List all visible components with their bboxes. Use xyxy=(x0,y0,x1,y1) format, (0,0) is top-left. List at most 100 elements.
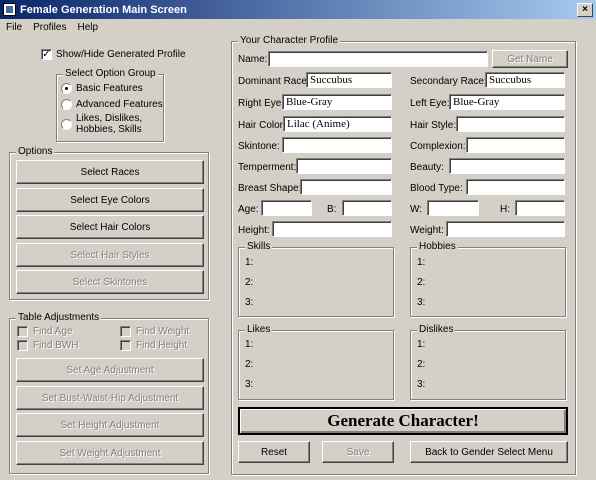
dislikes-title: Dislikes xyxy=(417,324,456,336)
show-hide-label: Show/Hide Generated Profile xyxy=(56,49,186,60)
skintone-label: Skintone: xyxy=(238,141,280,152)
right-eye-field[interactable]: Blue-Gray xyxy=(282,94,392,110)
dislikes-frame: Dislikes xyxy=(410,324,566,400)
likes-1: 1: xyxy=(245,339,254,350)
get-name-button[interactable]: Get Name xyxy=(492,50,568,68)
generate-character-button[interactable]: Generate Character! xyxy=(238,407,568,435)
hair-color-field[interactable]: Lilac (Anime) xyxy=(283,116,392,132)
find-height-checkbox[interactable] xyxy=(120,340,131,351)
find-age-label: Find Age xyxy=(33,326,73,337)
skills-3: 3: xyxy=(245,297,254,308)
likes-3: 3: xyxy=(245,379,254,390)
dislikes-3: 3: xyxy=(417,379,426,390)
menu-bar: File Profiles Help xyxy=(0,19,596,35)
temperment-label: Temperment: xyxy=(238,162,297,173)
name-label: Name: xyxy=(238,54,268,65)
skills-2: 2: xyxy=(245,277,254,288)
left-eye-field[interactable]: Blue-Gray xyxy=(449,94,565,110)
right-eye-label: Right Eye: xyxy=(238,98,285,109)
name-field[interactable] xyxy=(268,51,488,67)
left-eye-label: Left Eye: xyxy=(410,98,450,109)
set-bwh-adjustment-button[interactable]: Set Bust-Waist-Hip Adjustment xyxy=(16,386,204,410)
hair-color-label: Hair Color: xyxy=(238,120,286,131)
select-eye-colors-button[interactable]: Select Eye Colors xyxy=(16,188,204,212)
hobbies-frame: Hobbies xyxy=(410,241,566,317)
option-group-title: Select Option Group xyxy=(63,68,158,80)
likes-title: Likes xyxy=(245,324,273,336)
beauty-field[interactable] xyxy=(449,158,565,174)
hobbies-1: 1: xyxy=(417,257,426,268)
dislikes-2: 2: xyxy=(417,359,426,370)
select-skintones-button[interactable]: Select Skintones xyxy=(16,270,204,294)
radio-basic-label: Basic Features xyxy=(76,83,143,94)
hobbies-2: 2: xyxy=(417,277,426,288)
weight-label: Weight: xyxy=(410,225,444,236)
hobbies-title: Hobbies xyxy=(417,241,458,253)
table-adjustments-title: Table Adjustments xyxy=(16,312,102,324)
select-hair-colors-button[interactable]: Select Hair Colors xyxy=(16,215,204,239)
select-races-button[interactable]: Select Races xyxy=(16,160,204,184)
bust-field[interactable] xyxy=(342,200,392,216)
find-bwh-label: Find BWH xyxy=(33,340,79,351)
height-field[interactable] xyxy=(272,221,392,237)
dominant-race-field[interactable]: Succubus xyxy=(306,72,392,88)
secondary-race-field[interactable]: Succubus xyxy=(485,72,565,88)
blood-type-field[interactable] xyxy=(466,179,565,195)
dislikes-1: 1: xyxy=(417,339,426,350)
title-bar: Female Generation Main Screen × xyxy=(0,0,596,19)
set-height-adjustment-button[interactable]: Set Height Adjustment xyxy=(16,413,204,437)
show-hide-checkbox[interactable]: ✓ xyxy=(41,49,52,60)
hip-label: H: xyxy=(500,204,510,215)
temperment-field[interactable] xyxy=(296,158,392,174)
select-hair-styles-button[interactable]: Select Hair Styles xyxy=(16,243,204,267)
options-title: Options xyxy=(16,146,55,158)
beauty-label: Beauty: xyxy=(410,162,444,173)
radio-basic-features[interactable] xyxy=(61,83,72,94)
close-button[interactable]: × xyxy=(577,3,593,17)
set-weight-adjustment-button[interactable]: Set Weight Adjustment xyxy=(16,441,204,465)
find-height-label: Find Height xyxy=(136,340,188,351)
secondary-race-label: Secondary Race: xyxy=(410,76,487,87)
app-icon xyxy=(3,3,16,16)
breast-shape-label: Breast Shape: xyxy=(238,183,302,194)
back-to-gender-select-button[interactable]: Back to Gender Select Menu xyxy=(410,441,568,463)
character-profile-title: Your Character Profile xyxy=(238,35,341,47)
find-weight-checkbox[interactable] xyxy=(120,326,131,337)
complexion-label: Complexion: xyxy=(410,141,466,152)
waist-label: W: xyxy=(410,204,423,215)
blood-type-label: Blood Type: xyxy=(410,183,463,194)
bust-label: B: xyxy=(327,204,337,215)
skills-1: 1: xyxy=(245,257,254,268)
find-weight-label: Find Weight xyxy=(136,326,190,337)
dominant-race-label: Dominant Race: xyxy=(238,76,310,87)
skills-title: Skills xyxy=(245,241,273,253)
find-age-checkbox[interactable] xyxy=(17,326,28,337)
age-field[interactable] xyxy=(261,200,312,216)
menu-profiles[interactable]: Profiles xyxy=(27,22,71,33)
window-title: Female Generation Main Screen xyxy=(20,3,187,16)
likes-frame: Likes xyxy=(238,324,394,400)
hair-style-field[interactable] xyxy=(456,116,565,132)
skintone-field[interactable] xyxy=(282,137,392,153)
hip-field[interactable] xyxy=(515,200,565,216)
menu-file[interactable]: File xyxy=(0,22,27,33)
radio-likes-label: Likes, Dislikes, Hobbies, Skills xyxy=(76,113,143,135)
hobbies-3: 3: xyxy=(417,297,426,308)
radio-advanced-label: Advanced Features xyxy=(76,99,163,110)
set-age-adjustment-button[interactable]: Set Age Adjustment xyxy=(16,358,204,382)
menu-help[interactable]: Help xyxy=(71,22,103,33)
find-bwh-checkbox[interactable] xyxy=(17,340,28,351)
waist-field[interactable] xyxy=(427,200,479,216)
radio-likes-hobbies[interactable] xyxy=(61,119,72,130)
save-button[interactable]: Save xyxy=(322,441,394,463)
complexion-field[interactable] xyxy=(466,137,565,153)
skills-frame: Skills xyxy=(238,241,394,317)
hair-style-label: Hair Style: xyxy=(410,120,457,131)
age-label: Age: xyxy=(238,204,259,215)
reset-button[interactable]: Reset xyxy=(238,441,310,463)
likes-2: 2: xyxy=(245,359,254,370)
weight-field[interactable] xyxy=(446,221,565,237)
breast-shape-field[interactable] xyxy=(300,179,392,195)
radio-advanced-features[interactable] xyxy=(61,99,72,110)
height-label: Height: xyxy=(238,225,270,236)
